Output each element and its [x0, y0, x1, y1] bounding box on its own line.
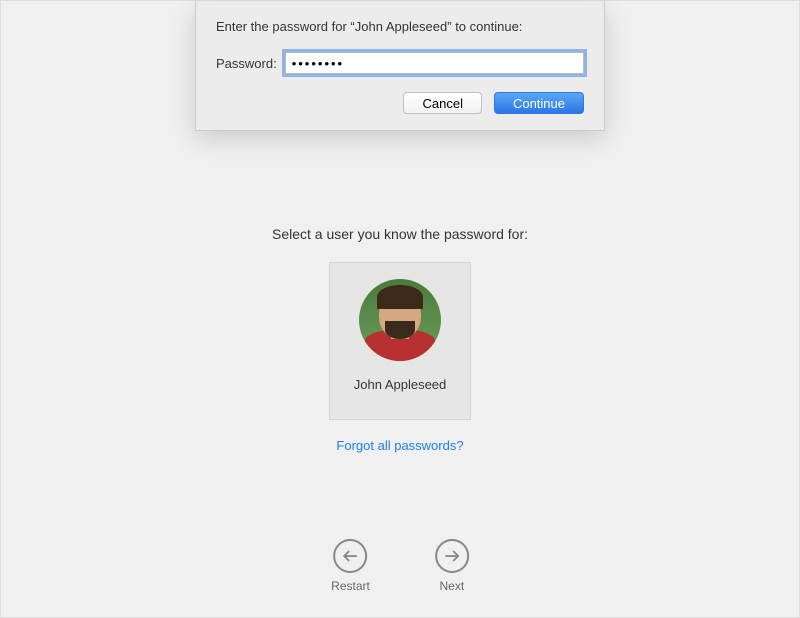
- password-input[interactable]: [285, 52, 584, 74]
- forgot-passwords-link[interactable]: Forgot all passwords?: [336, 438, 463, 453]
- password-row: Password:: [216, 52, 584, 74]
- restart-button[interactable]: Restart: [331, 539, 370, 593]
- next-label: Next: [440, 579, 465, 593]
- password-label: Password:: [216, 56, 277, 71]
- avatar: [359, 279, 441, 361]
- continue-button[interactable]: Continue: [494, 92, 584, 114]
- cancel-button[interactable]: Cancel: [403, 92, 481, 114]
- dialog-prompt: Enter the password for “John Appleseed” …: [216, 19, 584, 34]
- arrow-left-icon: [334, 539, 368, 573]
- dialog-buttons: Cancel Continue: [216, 92, 584, 114]
- next-button[interactable]: Next: [435, 539, 469, 593]
- password-dialog: Enter the password for “John Appleseed” …: [195, 1, 605, 131]
- select-user-prompt: Select a user you know the password for:: [272, 226, 528, 242]
- user-name: John Appleseed: [354, 377, 447, 392]
- user-card[interactable]: John Appleseed: [329, 262, 471, 420]
- restart-label: Restart: [331, 579, 370, 593]
- bottom-nav: Restart Next: [331, 539, 469, 593]
- arrow-right-icon: [435, 539, 469, 573]
